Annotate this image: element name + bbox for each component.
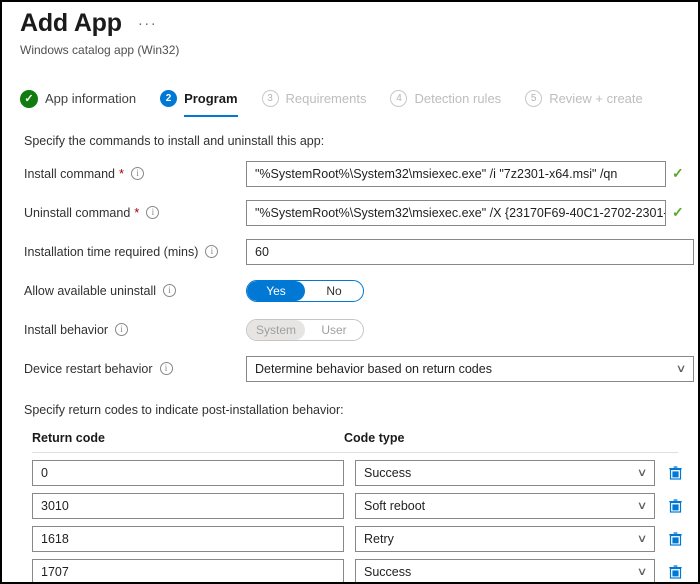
- label-device-restart-behavior: Device restart behavior i: [24, 362, 246, 376]
- chevron-down-icon: ∨: [636, 500, 648, 512]
- code-type-value: Soft reboot: [364, 498, 426, 513]
- trash-icon: [668, 498, 682, 513]
- label-install-behavior: Install behavior i: [24, 323, 246, 337]
- info-icon[interactable]: i: [163, 284, 177, 297]
- step-requirements[interactable]: 3 Requirements: [261, 84, 367, 114]
- return-code-input[interactable]: 1707: [32, 558, 344, 582]
- toggle-option-user: User: [321, 322, 347, 337]
- code-type-value: Retry: [364, 531, 394, 546]
- return-code-input[interactable]: 3010: [32, 492, 344, 519]
- delete-row-button[interactable]: [668, 531, 682, 546]
- return-code-input[interactable]: 1618: [32, 525, 344, 552]
- active-tab-underline: [184, 114, 238, 117]
- trash-icon: [668, 531, 682, 546]
- add-app-wizard-window: Add App ··· Windows catalog app (Win32) …: [0, 0, 700, 584]
- step-label-detection-rules: Detection rules: [414, 91, 502, 106]
- toggle-option-yes[interactable]: Yes: [247, 280, 305, 301]
- page-subtitle: Windows catalog app (Win32): [20, 42, 180, 57]
- info-icon[interactable]: i: [159, 362, 173, 375]
- return-codes-note: Specify return codes to indicate post-in…: [24, 402, 344, 417]
- delete-row-button[interactable]: [668, 564, 682, 579]
- code-type-value: Success: [364, 564, 412, 579]
- chevron-down-icon: ∨: [636, 467, 648, 479]
- program-section-note: Specify the commands to install and unin…: [24, 133, 325, 148]
- required-asterisk: *: [134, 205, 140, 220]
- label-install-behavior-text: Install behavior: [24, 322, 109, 337]
- return-codes-header-row: Return code Code type: [32, 431, 678, 453]
- chevron-down-icon: ∨: [636, 533, 648, 545]
- label-installation-time-text: Installation time required (mins): [24, 244, 199, 259]
- code-type-select[interactable]: Soft reboot ∨: [355, 492, 655, 519]
- page-title: Add App: [20, 9, 122, 37]
- chevron-down-icon: ∨: [636, 566, 648, 578]
- code-type-value: Success: [364, 465, 412, 480]
- column-header-code-type: Code type: [344, 430, 405, 445]
- code-type-select[interactable]: Retry ∨: [355, 525, 655, 552]
- check-circle-icon: ✓: [20, 89, 38, 108]
- column-header-return-code: Return code: [32, 430, 105, 445]
- label-uninstall-command: Uninstall command * i: [24, 205, 246, 220]
- valid-check-icon: ✓: [672, 204, 684, 220]
- label-allow-available-uninstall-text: Allow available uninstall: [24, 283, 157, 298]
- step-number-badge-4: 4: [390, 90, 408, 107]
- toggle-option-no[interactable]: No: [305, 281, 363, 301]
- field-device-restart-behavior: Device restart behavior i Determine beha…: [24, 355, 698, 382]
- info-icon[interactable]: i: [205, 245, 219, 258]
- code-type-select[interactable]: Success ∨: [355, 459, 655, 486]
- install-command-input[interactable]: "%SystemRoot%\System32\msiexec.exe" /i "…: [246, 160, 666, 187]
- field-install-command: Install command * i "%SystemRoot%\System…: [24, 160, 698, 187]
- step-detection-rules[interactable]: 4 Detection rules: [390, 84, 501, 114]
- device-restart-behavior-select[interactable]: Determine behavior based on return codes…: [246, 355, 694, 382]
- step-label-app-information: App information: [45, 91, 137, 106]
- toggle-option-system: System: [247, 319, 305, 340]
- return-codes-table: Return code Code type 0 Success ∨ 3010 S…: [32, 431, 682, 582]
- code-type-select[interactable]: Success ∨: [355, 558, 655, 582]
- info-icon[interactable]: i: [146, 206, 160, 219]
- table-row: 1707 Success ∨: [32, 558, 682, 582]
- field-install-behavior: Install behavior i System User: [24, 317, 698, 343]
- trash-icon: [668, 564, 682, 579]
- allow-available-uninstall-toggle[interactable]: Yes No: [246, 279, 364, 302]
- table-row: 0 Success ∨: [32, 459, 682, 486]
- overflow-menu-icon[interactable]: ···: [138, 15, 158, 32]
- info-icon[interactable]: i: [131, 167, 145, 180]
- delete-row-button[interactable]: [668, 498, 682, 513]
- label-install-command: Install command * i: [24, 166, 246, 181]
- trash-icon: [668, 465, 682, 480]
- step-program[interactable]: 2 Program: [160, 84, 238, 117]
- wizard-steps: ✓ App information 2 Program 3 Requiremen…: [20, 84, 698, 117]
- label-installation-time: Installation time required (mins) i: [24, 245, 246, 259]
- installation-time-input[interactable]: 60: [246, 238, 694, 265]
- step-label-program: Program: [184, 91, 238, 106]
- device-restart-behavior-value: Determine behavior based on return codes: [255, 361, 492, 376]
- field-allow-available-uninstall: Allow available uninstall i Yes No: [24, 278, 698, 304]
- label-install-command-text: Install command: [24, 166, 116, 181]
- uninstall-command-input[interactable]: "%SystemRoot%\System32\msiexec.exe" /X {…: [246, 199, 666, 226]
- step-number-badge-3: 3: [261, 90, 279, 107]
- step-label-requirements: Requirements: [285, 91, 367, 106]
- chevron-down-icon: ∨: [675, 363, 687, 375]
- install-behavior-toggle: System User: [246, 318, 364, 341]
- valid-check-icon: ✓: [672, 165, 684, 181]
- required-asterisk: *: [119, 166, 125, 181]
- label-device-restart-behavior-text: Device restart behavior: [24, 361, 153, 376]
- field-uninstall-command: Uninstall command * i "%SystemRoot%\Syst…: [24, 199, 698, 226]
- delete-row-button[interactable]: [668, 465, 682, 480]
- return-code-input[interactable]: 0: [32, 459, 344, 486]
- field-installation-time: Installation time required (mins) i 60: [24, 238, 698, 265]
- label-allow-available-uninstall: Allow available uninstall i: [24, 284, 246, 298]
- page-header: Add App ··· Windows catalog app (Win32): [2, 2, 698, 57]
- info-icon[interactable]: i: [115, 323, 129, 336]
- table-row: 3010 Soft reboot ∨: [32, 492, 682, 519]
- step-number-badge-2: 2: [160, 90, 178, 107]
- step-number-badge-5: 5: [525, 90, 543, 107]
- step-app-information[interactable]: ✓ App information: [20, 84, 136, 114]
- label-uninstall-command-text: Uninstall command: [24, 205, 131, 220]
- table-row: 1618 Retry ∨: [32, 525, 682, 552]
- step-review-create[interactable]: 5 Review + create: [525, 84, 643, 114]
- step-label-review-create: Review + create: [549, 91, 643, 106]
